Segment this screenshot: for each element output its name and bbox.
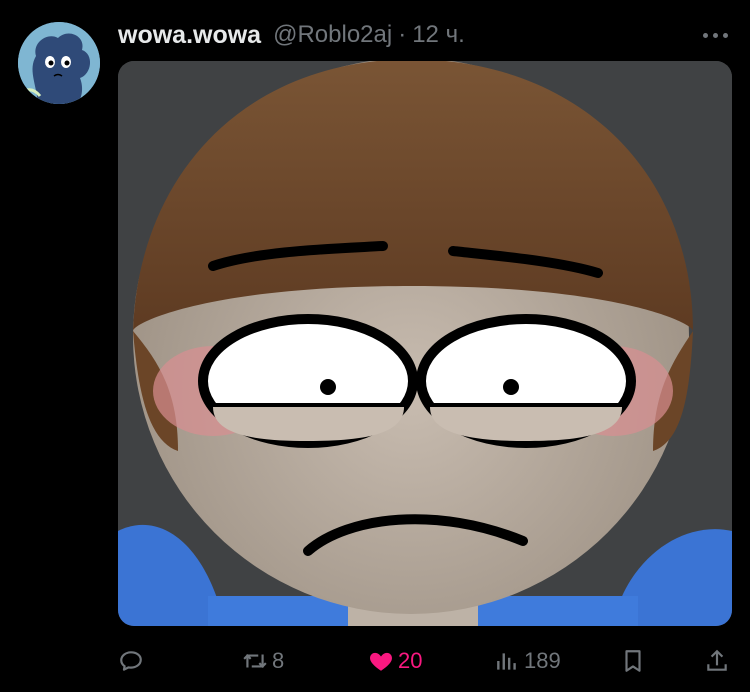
like-button[interactable]: 20	[368, 644, 422, 678]
share-button[interactable]	[704, 644, 730, 678]
reply-button[interactable]	[118, 644, 148, 678]
share-icon	[707, 649, 727, 671]
avatar-image	[18, 22, 100, 104]
media-illustration	[118, 61, 732, 626]
author-avatar[interactable]	[18, 22, 100, 104]
more-options-icon[interactable]	[703, 33, 728, 38]
bookmark-button[interactable]	[620, 644, 646, 678]
heart-icon	[370, 652, 392, 671]
bookmark-icon	[625, 650, 641, 672]
like-count: 20	[398, 648, 423, 673]
views-chart-icon	[497, 653, 516, 670]
retweet-icon	[243, 654, 267, 668]
separator-dot: ·	[398, 21, 407, 48]
views-count: 189	[524, 648, 561, 673]
author-handle[interactable]: @Roblo2aj	[273, 21, 392, 49]
author-display-name[interactable]: wowa.wowa	[118, 21, 261, 50]
views-button[interactable]: 189	[494, 644, 561, 678]
retweet-count: 8	[272, 648, 285, 673]
retweet-button[interactable]: 8	[242, 644, 284, 678]
tweet-actions: 8 20 189	[118, 644, 732, 678]
tweet-media-image[interactable]	[118, 61, 732, 626]
reply-icon	[120, 651, 142, 671]
tweet-timestamp[interactable]: 12 ч.	[412, 21, 465, 49]
tweet: wowa.wowa @Roblo2aj · 12 ч. 8 20 189	[0, 0, 750, 692]
tweet-header: wowa.wowa @Roblo2aj · 12 ч.	[118, 20, 465, 50]
